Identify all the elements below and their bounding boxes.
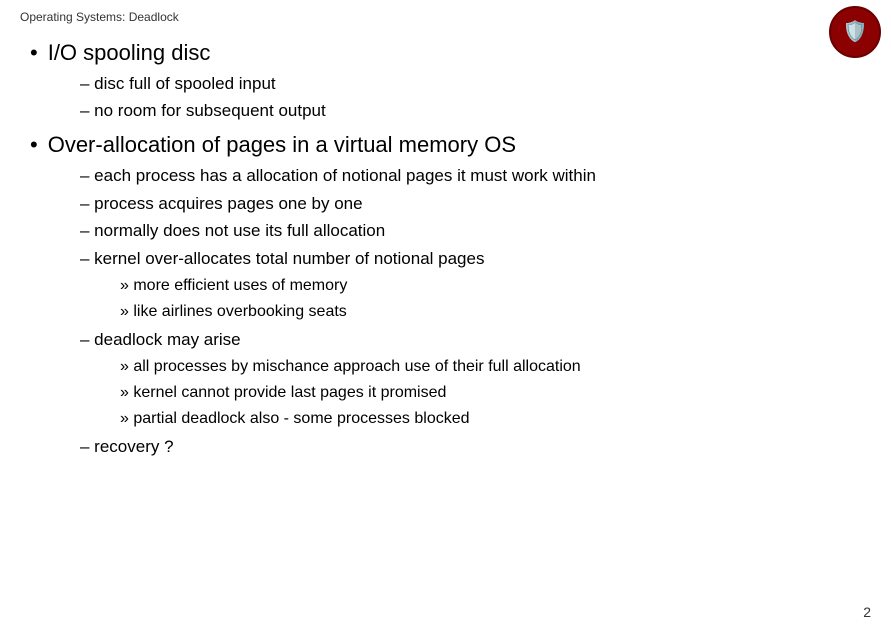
- slide-content: • I/O spooling disc – disc full of spool…: [20, 34, 871, 459]
- university-logo: 🛡️: [829, 6, 881, 58]
- bullet-text-2-1: – each process has a allocation of notio…: [80, 166, 596, 185]
- bullet-text-2-4-2: » like airlines overbooking seats: [120, 303, 347, 320]
- bullet-normally-does-not: – normally does not use its full allocat…: [30, 219, 871, 243]
- logo-shield-icon: 🛡️: [843, 22, 868, 42]
- bullet-like-airlines: » like airlines overbooking seats: [30, 301, 871, 323]
- bullet-text-1: I/O spooling disc: [48, 39, 211, 68]
- bullet-marker-1: •: [30, 39, 38, 68]
- bullet-text-2-5-2: » kernel cannot provide last pages it pr…: [120, 384, 446, 401]
- bullet-text-2-6: – recovery ?: [80, 437, 174, 456]
- bullet-all-processes: » all processes by mischance approach us…: [30, 356, 871, 378]
- bullet-recovery: – recovery ?: [30, 435, 871, 459]
- bullet-more-efficient: » more efficient uses of memory: [30, 275, 871, 297]
- bullet-text-1-1: – disc full of spooled input: [80, 74, 276, 93]
- bullet-deadlock-may-arise: – deadlock may arise: [30, 328, 871, 352]
- bullet-io-spooling: • I/O spooling disc: [30, 39, 871, 68]
- bullet-text-2: Over-allocation of pages in a virtual me…: [48, 131, 516, 160]
- logo-inner: 🛡️: [833, 10, 877, 54]
- header-title: Operating Systems: Deadlock: [20, 10, 179, 24]
- bullet-text-2-5-1: » all processes by mischance approach us…: [120, 358, 581, 375]
- bullet-each-process: – each process has a allocation of notio…: [30, 164, 871, 188]
- bullet-kernel-cannot: » kernel cannot provide last pages it pr…: [30, 382, 871, 404]
- logo-circle: 🛡️: [829, 6, 881, 58]
- bullet-text-2-3: – normally does not use its full allocat…: [80, 221, 385, 240]
- bullet-text-2-4: – kernel over-allocates total number of …: [80, 249, 484, 268]
- bullet-disc-full: – disc full of spooled input: [30, 72, 871, 96]
- bullet-text-1-2: – no room for subsequent output: [80, 101, 326, 120]
- bullet-text-2-5: – deadlock may arise: [80, 330, 241, 349]
- slide-header: Operating Systems: Deadlock: [20, 10, 871, 24]
- bullet-process-acquires: – process acquires pages one by one: [30, 192, 871, 216]
- bullet-kernel-over-allocates: – kernel over-allocates total number of …: [30, 247, 871, 271]
- slide-container: Operating Systems: Deadlock 🛡️ • I/O spo…: [0, 0, 891, 630]
- bullet-partial-deadlock: » partial deadlock also - some processes…: [30, 408, 871, 430]
- bullet-marker-2: •: [30, 131, 38, 160]
- bullet-text-2-5-3: » partial deadlock also - some processes…: [120, 410, 470, 427]
- page-number: 2: [863, 604, 871, 620]
- bullet-no-room: – no room for subsequent output: [30, 99, 871, 123]
- bullet-text-2-2: – process acquires pages one by one: [80, 194, 363, 213]
- bullet-text-2-4-1: » more efficient uses of memory: [120, 277, 347, 294]
- bullet-over-allocation: • Over-allocation of pages in a virtual …: [30, 131, 871, 160]
